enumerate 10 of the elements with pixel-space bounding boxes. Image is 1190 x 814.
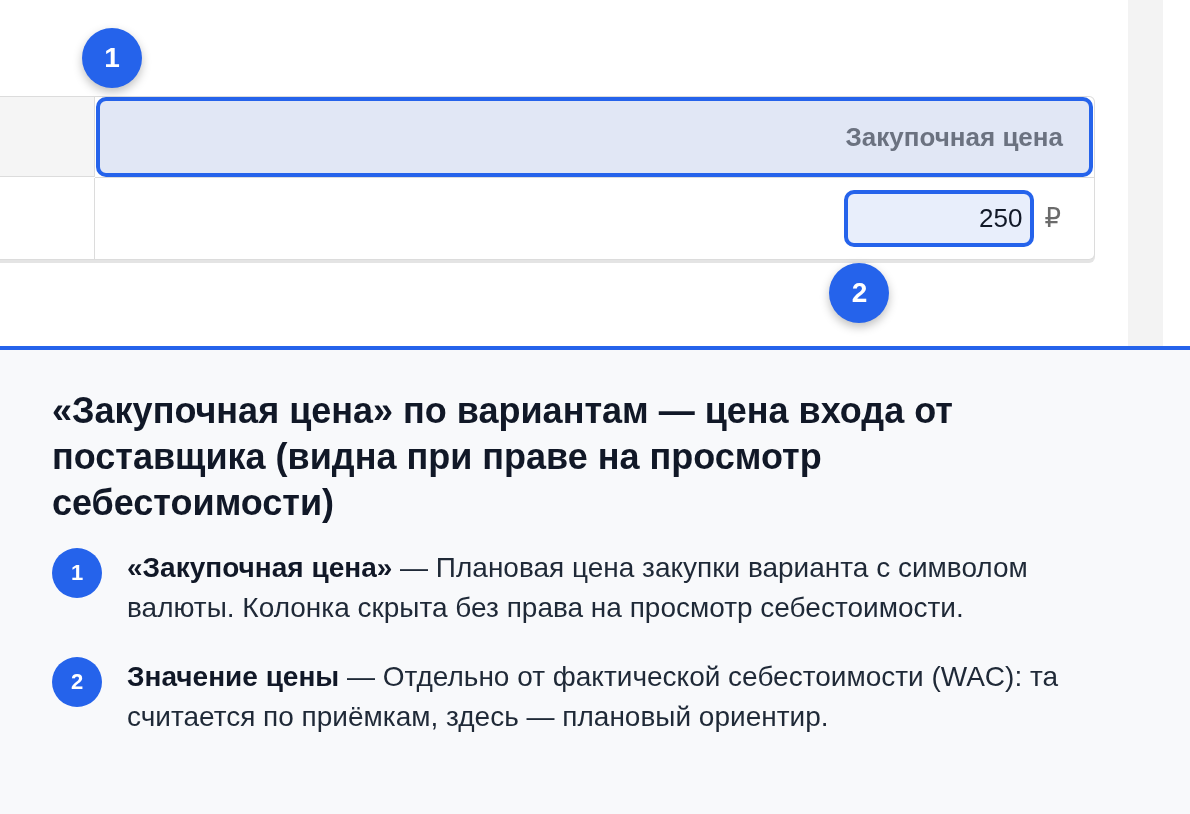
callout-badge: 2 bbox=[829, 263, 890, 323]
number-badge: 2 bbox=[52, 657, 102, 707]
number-badge: 1 bbox=[52, 548, 102, 598]
explanation-text: «Закупочная цена» — Плановая цена закупки варианта с символом валюты. Колонка скрыта без права на просмотр себестоимости. bbox=[127, 551, 1029, 625]
explanation-title: «Закупочная цена» по вариантам — цена входа от поставщика (видна при праве на просмотр себестоимости) bbox=[52, 389, 954, 525]
currency-symbol: ₽ bbox=[1044, 203, 1061, 234]
column-header-label: Закупочная цена bbox=[845, 121, 1063, 153]
explanation-text: Значение цены — Отдельно от фактической себестоимости (WAC): та считается по приёмкам, здесь — плановый ориентир. bbox=[127, 660, 1060, 734]
callout-badge: 1 bbox=[82, 28, 142, 88]
price-value-field[interactable]: 250 bbox=[844, 190, 1035, 247]
